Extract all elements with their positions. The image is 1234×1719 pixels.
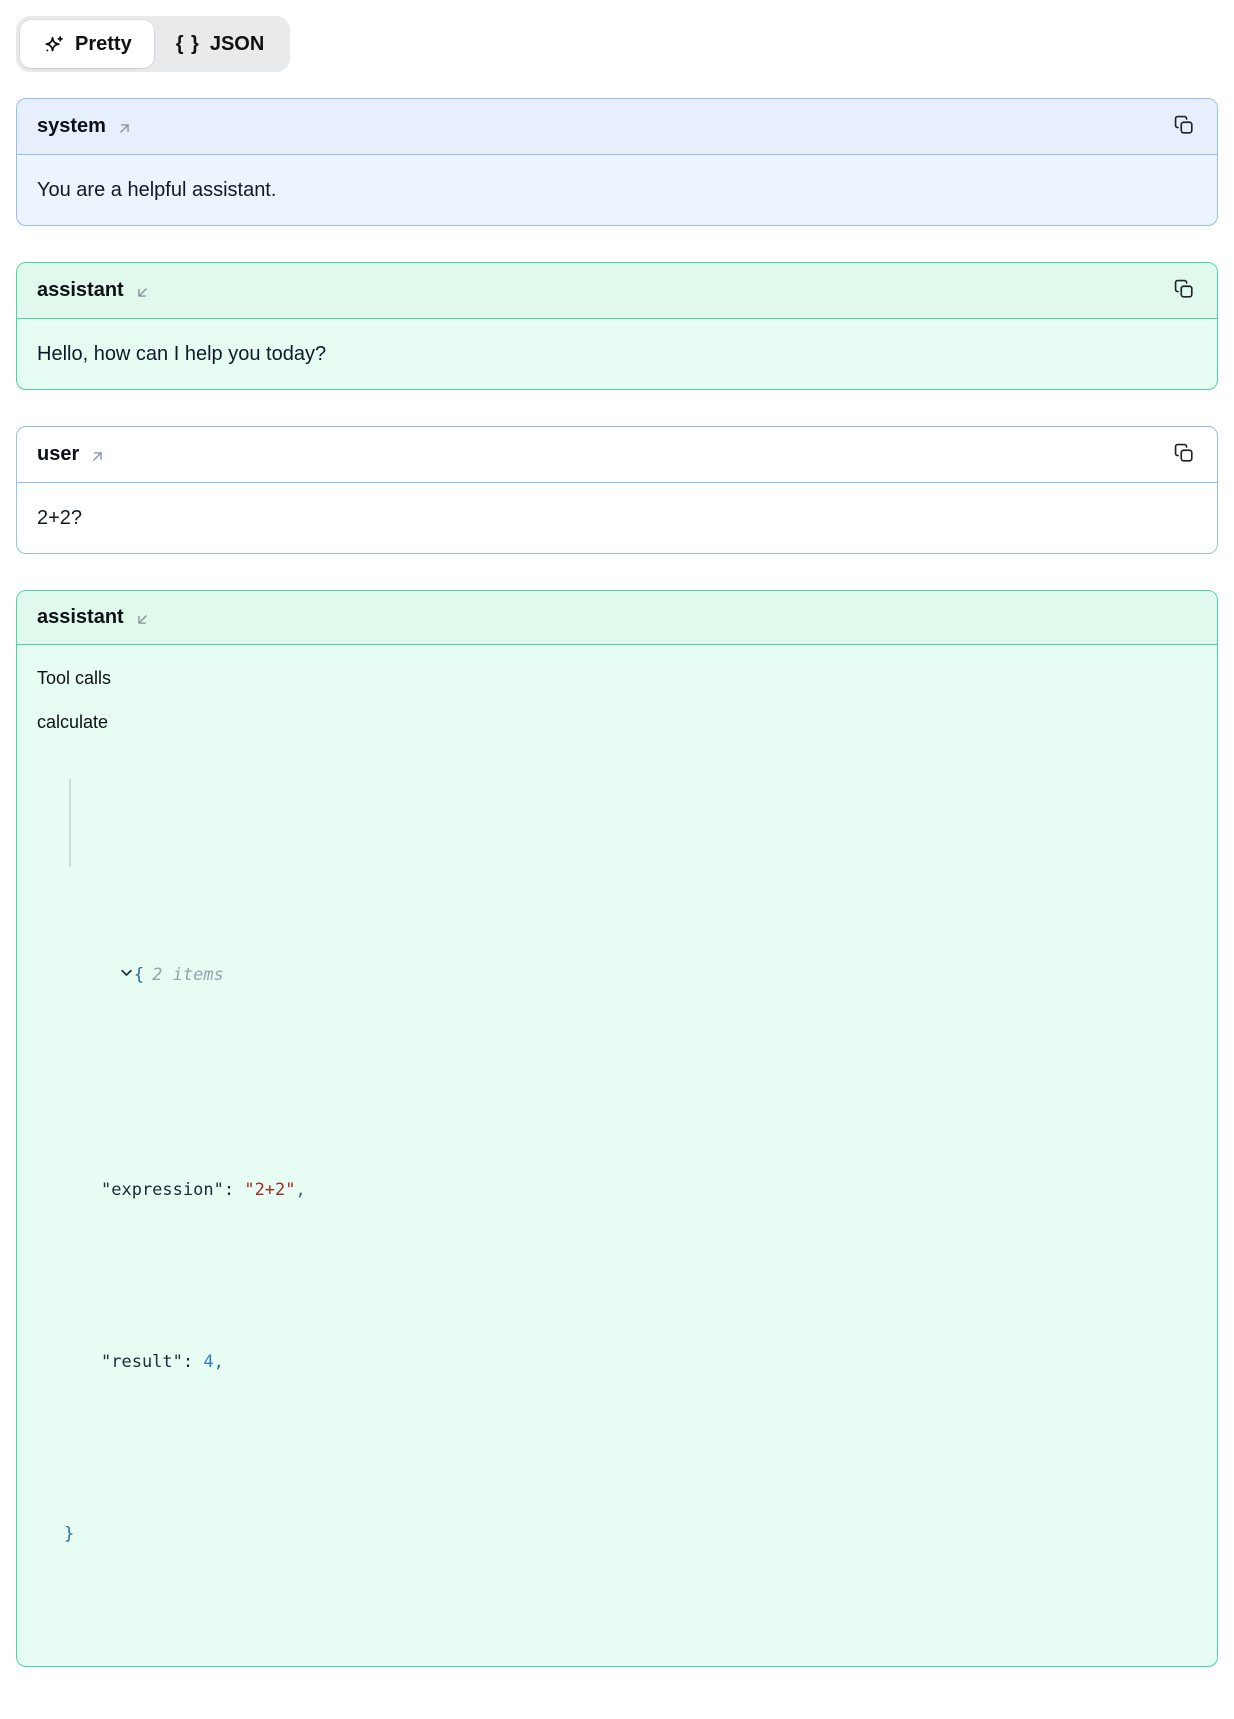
tab-json[interactable]: { } JSON xyxy=(154,20,287,68)
json-entry: "result": 4, xyxy=(37,1341,1197,1384)
arrow-down-left-icon xyxy=(134,611,151,628)
message-header: system xyxy=(17,99,1217,155)
tab-pretty[interactable]: Pretty xyxy=(20,20,154,68)
chevron-down-icon[interactable] xyxy=(119,965,134,980)
json-tree: {2 items "expression": "2+2", "result": … xyxy=(37,739,1197,1642)
close-brace: } xyxy=(64,1524,74,1544)
json-value-string: "2+2" xyxy=(244,1180,295,1200)
open-brace: { xyxy=(134,965,144,985)
json-root-row: {2 items xyxy=(37,911,1197,1040)
sparkle-icon xyxy=(42,34,65,57)
role-label: assistant xyxy=(37,604,124,631)
tool-calls-heading: Tool calls xyxy=(37,667,1197,689)
role-label: user xyxy=(37,441,79,468)
message-card-system: system You are a helpful assistant. xyxy=(16,98,1218,226)
indent-guide xyxy=(69,779,71,867)
arrow-up-right-icon xyxy=(116,120,133,137)
items-count: 2 items xyxy=(152,965,224,985)
view-toggle-row: Pretty { } JSON xyxy=(16,16,1218,72)
copy-button[interactable] xyxy=(1171,112,1197,141)
message-content: 2+2? xyxy=(17,483,1217,553)
copy-icon xyxy=(1173,278,1195,303)
tool-name: calculate xyxy=(37,711,1197,733)
json-key: "result" xyxy=(101,1352,183,1372)
copy-icon xyxy=(1173,442,1195,467)
message-card-assistant: assistant Hello, how can I help you toda… xyxy=(16,262,1218,390)
role-label: system xyxy=(37,113,106,140)
copy-button[interactable] xyxy=(1171,440,1197,469)
json-colon: : xyxy=(224,1180,234,1200)
json-entry: "expression": "2+2", xyxy=(37,1169,1197,1212)
view-toggle: Pretty { } JSON xyxy=(16,16,290,72)
pretty-tab-label: Pretty xyxy=(75,30,132,58)
message-content: Tool calls calculate {2 items "expressio… xyxy=(17,645,1217,1666)
arrow-down-left-icon xyxy=(134,284,151,301)
arrow-up-right-icon xyxy=(89,448,106,465)
json-tab-label: JSON xyxy=(210,30,264,58)
json-value-number: 4 xyxy=(203,1352,213,1372)
copy-button[interactable] xyxy=(1171,276,1197,305)
role-label: assistant xyxy=(37,277,124,304)
message-header: user xyxy=(17,427,1217,483)
json-colon: : xyxy=(183,1352,193,1372)
json-comma: , xyxy=(296,1180,306,1200)
message-card-user: user 2+2? xyxy=(16,426,1218,554)
json-close-row: } xyxy=(37,1513,1197,1556)
message-header: assistant xyxy=(17,263,1217,319)
braces-glyph: { } xyxy=(176,30,200,58)
message-content: Hello, how can I help you today? xyxy=(17,319,1217,389)
copy-icon xyxy=(1173,114,1195,139)
json-key: "expression" xyxy=(101,1180,224,1200)
message-content: You are a helpful assistant. xyxy=(17,155,1217,225)
message-header: assistant xyxy=(17,591,1217,645)
message-card-assistant-tool-calls: assistant Tool calls calculate {2 items … xyxy=(16,590,1218,1667)
json-comma: , xyxy=(214,1352,224,1372)
